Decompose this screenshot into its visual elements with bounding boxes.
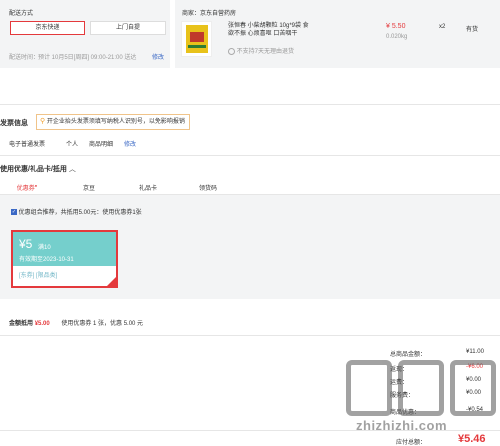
divider-invoice	[0, 104, 500, 105]
combo-checkbox[interactable]: ✓	[11, 209, 17, 216]
coupon-threshold: 满10	[38, 245, 51, 251]
tab-gift-card[interactable]: 礼品卡	[128, 183, 168, 192]
divider-coupons	[0, 155, 500, 156]
location-pin-icon: ⚲	[40, 118, 46, 125]
product-price: ¥ 5.50	[386, 23, 406, 30]
payable-label: 应付总额：	[396, 440, 427, 446]
no-return-text: 不支持7天无理由退货	[236, 49, 295, 55]
invoice-modify-link[interactable]: 修改	[124, 139, 136, 148]
coupon-card[interactable]: ¥5 满10 有效期至2023-10-31 [东券] [限品类]	[11, 230, 118, 288]
divider-totals	[0, 335, 500, 336]
seller-name: 京东自营药房	[200, 11, 237, 17]
delivery-modify-link[interactable]: 修改	[152, 52, 164, 61]
watermark-glyph-icon	[398, 360, 444, 416]
coupon-card-top: ¥5 满10 有效期至2023-10-31	[13, 232, 116, 266]
invoice-type: 电子普通发票	[9, 142, 46, 148]
delivery-time-value: 预计 10月5日[周四] 09:00-21:00 送达	[38, 55, 137, 61]
product-stock: 有货	[466, 27, 479, 33]
shipping-option-pickup[interactable]: 上门自提	[90, 21, 166, 35]
invoice-tip: ⚲ 开企业抬头发票须填写纳税人识别号，以免影响报销	[36, 114, 190, 130]
no-return-notice: 不支持7天无理由退货	[228, 46, 294, 55]
shipping-option-jd[interactable]: 京东快递	[10, 21, 85, 35]
coupon-tags: [东券] [限品类]	[19, 273, 58, 279]
coupon-expiry: 有效期至2023-10-31	[19, 257, 74, 263]
watermark-glyph-icon	[450, 360, 496, 416]
shipping-title: 配送方式	[9, 11, 34, 17]
coupons-title-text: 使用优惠/礼品卡/抵用	[0, 166, 67, 173]
summary-amount: ¥5.00	[34, 321, 50, 327]
tab-jingdou[interactable]: 京豆	[69, 183, 109, 192]
invoice-header: 个人	[66, 142, 79, 148]
coupon-summary: 金额抵用 ¥5.00 使用优惠券 1 张，优惠 5.00 元	[9, 318, 143, 327]
coupon-amount: ¥5	[19, 237, 33, 251]
product-package-image	[185, 25, 208, 53]
chevron-up-icon: ︿	[68, 166, 76, 173]
product-name[interactable]: 张恒春 小柴胡颗粒 10g*9袋 食欲不振 心烦喜呕 口苦咽干	[228, 22, 310, 38]
combo-text: 优惠组合推荐，共抵用5.00元：使用优惠券1张	[18, 210, 142, 216]
watermark-logo	[346, 360, 496, 416]
product-quantity: x2	[439, 24, 446, 30]
invoice-title: 发票信息	[0, 120, 28, 127]
coupons-section-title[interactable]: 使用优惠/礼品卡/抵用 ︿	[0, 164, 76, 174]
no-return-icon	[228, 47, 235, 55]
payable-value: ¥5.46	[458, 433, 486, 445]
invoice-tip-text: 开企业抬头发票须填写纳税人识别号，以免影响报销	[46, 119, 185, 125]
watermark-site: zhizhizhi.com	[356, 418, 447, 433]
summary-detail: 使用优惠券 1 张，优惠 5.00 元	[61, 321, 144, 327]
summary-label: 金额抵用	[9, 321, 34, 327]
product-weight: 0.020kg	[386, 34, 408, 40]
watermark-glyph-icon	[346, 360, 392, 416]
combo-recommend[interactable]: ✓ 优惠组合推荐，共抵用5.00元：使用优惠券1张	[11, 207, 142, 216]
seller-label: 商家：	[182, 11, 201, 17]
totals-goods-value: ¥11.00	[466, 349, 484, 355]
product-thumbnail[interactable]	[181, 21, 212, 57]
invoice-content: 商品明细	[89, 142, 114, 148]
delivery-time-label: 配送时间：	[9, 55, 40, 61]
coupon-selected-corner	[107, 277, 116, 286]
totals-goods-label: 总商品金额：	[390, 352, 427, 358]
tab-redeem-code[interactable]: 领货码	[188, 183, 228, 192]
